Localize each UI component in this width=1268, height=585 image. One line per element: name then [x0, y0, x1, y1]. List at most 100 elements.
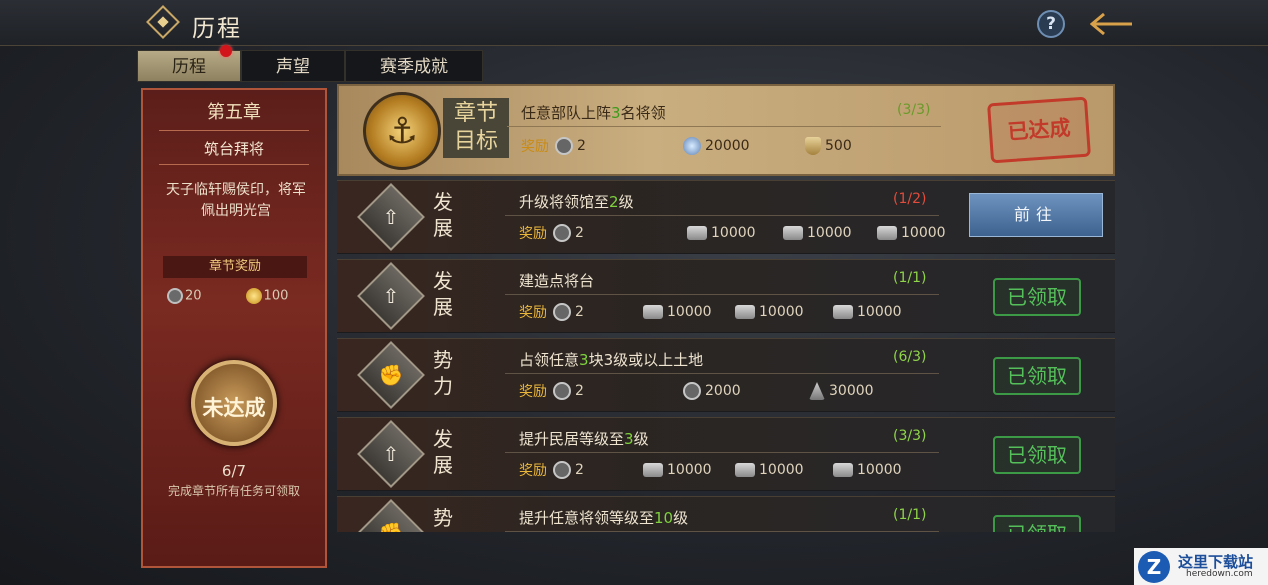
fist-icon: ✊	[357, 499, 425, 532]
task-category: 发展	[433, 268, 457, 320]
task-text-part: 提升任意将领等级至	[519, 509, 655, 527]
achieved-stamp: 已达成	[987, 96, 1091, 164]
reward-amount: 10000	[759, 304, 804, 320]
claimed-badge: 已领取	[993, 436, 1081, 474]
reward-item: 10000	[735, 460, 833, 480]
back-arrow-icon[interactable]	[1090, 10, 1134, 38]
reward-amount: 500	[825, 138, 852, 154]
goal-rewards: 奖励 2 20000 500	[521, 136, 852, 156]
chapter-hint: 完成章节所有任务可领取	[167, 484, 300, 498]
wood-icon	[687, 226, 707, 240]
site-watermark: Z 这里下载站 heredown.com	[1134, 548, 1268, 585]
category-char: 力	[433, 531, 457, 532]
task-text-part: 块3级或以上土地	[588, 351, 704, 369]
reward-amount: 10000	[667, 304, 712, 320]
reward-item: 20000	[683, 136, 805, 156]
arrow-up-icon: ⇧	[357, 262, 425, 330]
task-text-part: 升级将领馆至	[519, 193, 610, 211]
stone-icon	[735, 305, 755, 319]
goal-label-line: 章节	[453, 101, 498, 126]
task-text: 占领任意3块3级或以上土地	[519, 349, 703, 370]
category-char: 发	[433, 427, 453, 451]
task-text-part: 级	[673, 509, 689, 527]
chapter-status: 未达成	[202, 396, 266, 420]
helmet-icon	[553, 303, 571, 321]
reward-item: 10000	[687, 223, 783, 243]
category-char: 展	[433, 216, 453, 240]
help-button[interactable]: ?	[1037, 10, 1065, 38]
divider	[505, 294, 939, 295]
arrow-up-icon: ⇧	[357, 183, 425, 251]
helmet-icon	[555, 137, 573, 155]
task-row: ✊ 势力 占领任意3块3级或以上土地 (6/3) 奖励 2 2000 30000…	[337, 338, 1115, 412]
task-rewards: 奖励 2 10000 10000 10000	[519, 460, 902, 480]
page-title: 历程	[192, 16, 242, 42]
chapter-claim-medal[interactable]: 未达成	[191, 360, 277, 446]
tab-reputation[interactable]: 声望	[220, 45, 345, 82]
task-count: (1/2)	[893, 191, 927, 207]
watermark-logo-icon: Z	[1138, 551, 1170, 583]
task-text: 升级将领馆至2级	[519, 191, 634, 212]
chapter-reward-list: 20 100	[167, 288, 307, 304]
reward-label: 奖励	[519, 384, 547, 400]
task-text: 提升任意将领等级至10级	[519, 507, 688, 528]
helmet-icon	[553, 224, 571, 242]
task-count: (6/3)	[893, 349, 927, 365]
task-category: 发展	[433, 426, 457, 478]
chapter-reward-title: 章节奖励	[163, 256, 307, 278]
reward-item: 10000	[783, 223, 877, 243]
category-char: 力	[433, 374, 453, 398]
fist-icon: ✊	[357, 341, 425, 409]
reward-item: 2	[553, 223, 687, 243]
icon-glyph: ✊	[378, 363, 404, 387]
helmet-icon	[553, 382, 571, 400]
reward-amount: 20	[185, 288, 202, 304]
goto-button[interactable]: 前往	[969, 193, 1103, 237]
task-count: (3/3)	[893, 428, 927, 444]
tab-season-achievements[interactable]: 赛季成就	[345, 50, 483, 82]
medal-icon	[683, 382, 701, 400]
reward-label: 奖励	[519, 305, 547, 321]
category-char: 势	[433, 506, 453, 530]
reward-amount: 10000	[667, 462, 712, 478]
grain-icon	[809, 382, 825, 400]
reward-amount: 100	[263, 288, 289, 304]
reward-amount: 2	[575, 383, 584, 399]
category-char: 展	[433, 295, 453, 319]
iron-icon	[833, 463, 853, 477]
tab-bar: 历程 声望 赛季成就	[137, 45, 483, 82]
chapter-reward-helmet: 20	[167, 288, 202, 304]
title-diamond-icon	[146, 5, 180, 39]
reward-label: 奖励	[521, 139, 549, 155]
task-text-part: 建造点将台	[519, 272, 595, 290]
task-text-part: 占领任意	[519, 351, 580, 369]
chapter-name: 筑台拜将	[203, 140, 264, 158]
reward-amount: 2	[575, 462, 584, 478]
claimed-badge: 已领取	[993, 357, 1081, 395]
anchor-emblem-icon	[363, 92, 441, 170]
iron-icon	[833, 305, 853, 319]
reward-label: 奖励	[519, 226, 547, 242]
tab-reputation-label: 声望	[276, 57, 310, 77]
chapter-number: 第五章	[207, 102, 261, 123]
reward-item: 30000	[809, 381, 874, 401]
reward-item: 10000	[643, 302, 735, 322]
category-char: 发	[433, 190, 453, 214]
task-rewards: 奖励 2 2000 30000	[519, 381, 874, 401]
divider	[159, 164, 309, 165]
reward-item: 2	[555, 136, 683, 156]
task-row: ⇧ 发展 提升民居等级至3级 (3/3) 奖励 2 10000 10000 10…	[337, 417, 1115, 491]
chapter-description: 天子临轩赐侯印，将军佩出明光宫	[166, 182, 306, 219]
task-count: (1/1)	[893, 270, 927, 286]
helmet-icon	[167, 288, 183, 304]
task-list[interactable]: 章节 目标 任意部队上阵3名将领 (3/3) 奖励 2 20000 500 已达…	[337, 84, 1115, 532]
stone-icon	[783, 226, 803, 240]
task-text-part: 提升民居等级至	[519, 430, 625, 448]
reward-amount: 2	[577, 138, 586, 154]
chapter-goal-row: 章节 目标 任意部队上阵3名将领 (3/3) 奖励 2 20000 500 已达…	[337, 84, 1115, 176]
shield-icon	[805, 137, 821, 155]
task-text: 名将领	[620, 104, 666, 122]
task-count: (1/1)	[893, 507, 927, 523]
task-highlight: 3	[624, 430, 634, 448]
task-highlight: 2	[609, 193, 619, 211]
